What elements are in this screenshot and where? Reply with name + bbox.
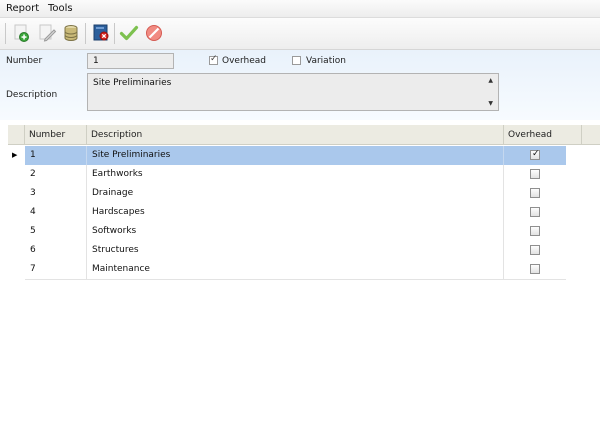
table-row[interactable]: 7 Maintenance: [25, 260, 566, 280]
data-grid: Number Description Overhead ▶ 1 Site Pre…: [0, 120, 600, 428]
save-check-icon[interactable]: [119, 23, 139, 43]
cell-divider: [86, 260, 87, 279]
grid-header: Number Description Overhead: [8, 125, 600, 145]
cell-divider: [86, 241, 87, 260]
row-number: 4: [30, 207, 36, 217]
cell-divider: [86, 165, 87, 184]
table-row[interactable]: 5 Softworks: [25, 222, 566, 242]
table-row[interactable]: 3 Drainage: [25, 184, 566, 204]
row-overhead-checkbox[interactable]: [530, 264, 540, 274]
row-number: 6: [30, 245, 36, 255]
edit-icon[interactable]: [37, 23, 57, 43]
scroll-down-icon[interactable]: ▼: [488, 100, 493, 107]
row-description: Maintenance: [92, 264, 150, 274]
table-row[interactable]: 1 Site Preliminaries ✓: [25, 146, 566, 166]
toolbar: [0, 18, 600, 50]
header-divider: [581, 125, 582, 144]
number-field[interactable]: 1: [87, 53, 174, 69]
row-overhead-checkbox[interactable]: [530, 226, 540, 236]
table-row[interactable]: 2 Earthworks: [25, 165, 566, 185]
row-description: Site Preliminaries: [92, 150, 171, 160]
row-overhead-checkbox[interactable]: [530, 207, 540, 217]
row-description: Softworks: [92, 226, 137, 236]
row-overhead-checkbox[interactable]: [530, 169, 540, 179]
row-description: Structures: [92, 245, 139, 255]
header-divider: [24, 125, 25, 144]
row-overhead-checkbox[interactable]: [530, 188, 540, 198]
table-row[interactable]: 6 Structures: [25, 241, 566, 261]
scroll-up-icon[interactable]: ▲: [488, 77, 493, 84]
cell-divider: [86, 222, 87, 241]
overhead-label: Overhead: [222, 56, 266, 66]
column-header-description[interactable]: Description: [91, 130, 142, 140]
variation-checkbox[interactable]: [292, 56, 301, 65]
database-icon[interactable]: [61, 23, 81, 43]
row-overhead-check-mark: ✓: [532, 149, 540, 159]
cell-divider: [86, 203, 87, 222]
menu-tools[interactable]: Tools: [48, 3, 73, 14]
row-description: Hardscapes: [92, 207, 145, 217]
new-icon[interactable]: [12, 23, 32, 43]
row-overhead-checkbox[interactable]: ✓: [530, 149, 540, 160]
toolbar-grip: [5, 23, 6, 44]
toolbar-separator: [85, 23, 86, 44]
cell-divider: [503, 203, 504, 222]
row-number: 3: [30, 188, 36, 198]
description-text: Site Preliminaries: [93, 78, 172, 88]
table-row[interactable]: 4 Hardscapes: [25, 203, 566, 223]
row-number: 1: [30, 150, 36, 160]
toolbar-separator: [114, 23, 115, 44]
variation-label: Variation: [306, 56, 346, 66]
detail-form: Number 1 ✓ Overhead Variation Descriptio…: [0, 50, 600, 120]
cell-divider: [503, 260, 504, 279]
menu-report[interactable]: Report: [6, 3, 39, 14]
overhead-checkbox[interactable]: ✓: [209, 54, 218, 65]
cell-divider: [503, 165, 504, 184]
cell-divider: [503, 184, 504, 203]
header-divider: [503, 125, 504, 144]
delete-icon[interactable]: [91, 23, 111, 43]
cell-divider: [503, 146, 504, 165]
column-header-overhead[interactable]: Overhead: [508, 130, 552, 140]
row-description: Earthworks: [92, 169, 143, 179]
cell-divider: [86, 146, 87, 165]
row-number: 7: [30, 264, 36, 274]
cell-divider: [86, 184, 87, 203]
cell-divider: [503, 241, 504, 260]
row-number: 2: [30, 169, 36, 179]
description-label: Description: [6, 90, 58, 100]
cell-divider: [503, 222, 504, 241]
menu-bar: Report Tools: [0, 0, 600, 18]
row-description: Drainage: [92, 188, 134, 198]
row-overhead-checkbox[interactable]: [530, 245, 540, 255]
column-header-number[interactable]: Number: [29, 130, 65, 140]
number-label: Number: [6, 56, 43, 66]
overhead-check-mark: ✓: [210, 54, 218, 64]
description-field[interactable]: Site Preliminaries ▲ ▼: [87, 73, 499, 111]
cancel-icon[interactable]: [144, 23, 164, 43]
current-row-indicator-icon: ▶: [12, 151, 18, 159]
header-divider: [86, 125, 87, 144]
row-number: 5: [30, 226, 36, 236]
